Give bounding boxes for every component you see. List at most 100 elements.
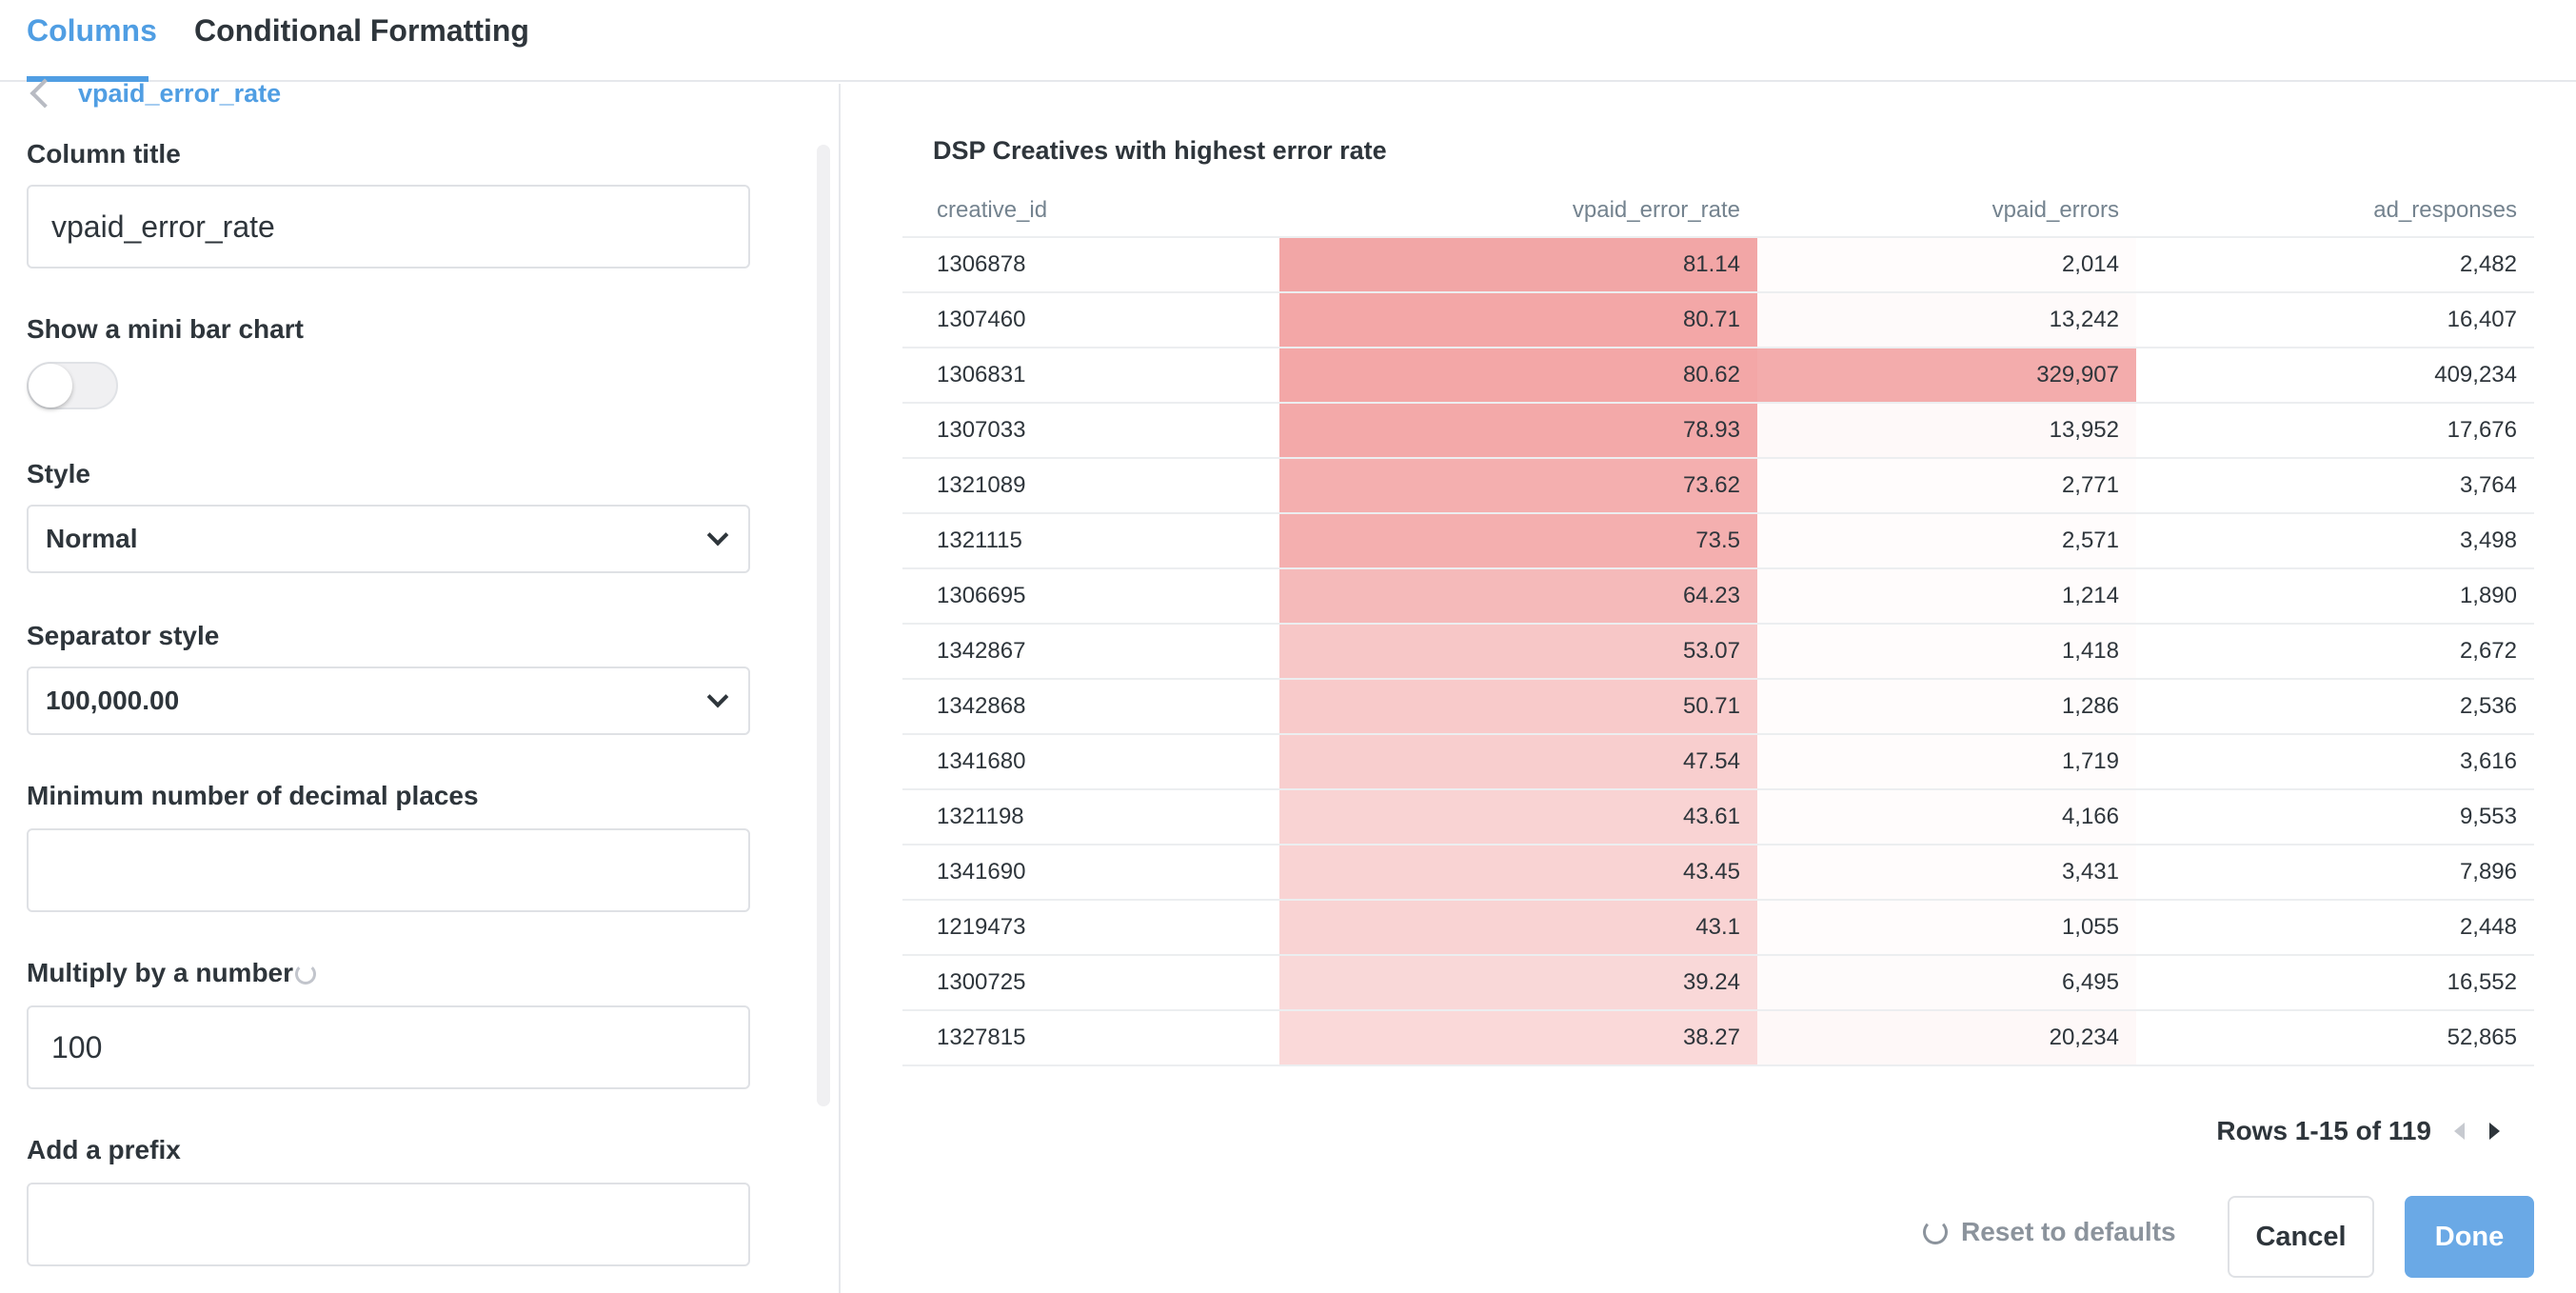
cell-vpaid-errors: 1,286 (1757, 680, 2136, 733)
cell-vpaid-error-rate: 73.5 (1279, 514, 1757, 567)
cell-vpaid-error-rate: 38.27 (1279, 1011, 1757, 1064)
table-row[interactable]: 1300725 39.24 6,495 16,552 (902, 956, 2534, 1011)
table-row[interactable]: 1321198 43.61 4,166 9,553 (902, 790, 2534, 845)
multiply-label: Multiply by a number (27, 958, 294, 987)
table-row[interactable]: 1341690 43.45 3,431 7,896 (902, 845, 2534, 901)
panel-divider (839, 84, 841, 1293)
header-ad-responses[interactable]: ad_responses (2136, 196, 2534, 225)
table-row[interactable]: 1306831 80.62 329,907 409,234 (902, 348, 2534, 404)
table-header: creative_id vpaid_error_rate vpaid_errors a… (902, 183, 2534, 238)
multiply-field[interactable] (27, 1005, 750, 1089)
cell-vpaid-errors: 2,014 (1757, 238, 2136, 291)
cell-ad-responses: 16,552 (2447, 969, 2517, 995)
settings-scrollbar[interactable] (817, 145, 830, 1106)
multiply-input[interactable] (29, 1007, 748, 1087)
cell-vpaid-errors: 1,214 (1757, 569, 2136, 623)
cell-creative-id: 1306878 (937, 251, 1026, 277)
cancel-button[interactable]: Cancel (2228, 1196, 2374, 1278)
table-row[interactable]: 1321089 73.62 2,771 3,764 (902, 459, 2534, 514)
cell-ad-responses: 2,672 (2459, 638, 2517, 664)
header-vpaid-error-rate[interactable]: vpaid_error_rate (1279, 196, 1757, 225)
prefix-input[interactable] (29, 1184, 748, 1264)
table-row[interactable]: 1327815 38.27 20,234 52,865 (902, 1011, 2534, 1066)
cell-vpaid-errors: 13,242 (1757, 293, 2136, 347)
prev-page-icon[interactable] (2454, 1123, 2465, 1140)
cell-ad-responses: 9,553 (2459, 804, 2517, 829)
column-settings-panel: vpaid_error_rate Column title Show a min… (0, 78, 838, 1293)
table-row[interactable]: 1306695 64.23 1,214 1,890 (902, 569, 2534, 625)
cell-vpaid-error-rate: 78.93 (1279, 404, 1757, 457)
preview-title: DSP Creatives with highest error rate (933, 136, 1387, 165)
decimal-places-field[interactable] (27, 828, 750, 912)
cell-creative-id: 1321198 (937, 804, 1024, 829)
reset-to-defaults-label: Reset to defaults (1961, 1217, 2176, 1246)
cell-vpaid-errors: 2,771 (1757, 459, 2136, 512)
cell-vpaid-errors: 1,719 (1757, 735, 2136, 788)
cell-vpaid-errors: 2,571 (1757, 514, 2136, 567)
cell-ad-responses: 52,865 (2447, 1024, 2517, 1050)
cell-creative-id: 1307033 (937, 417, 1026, 443)
cell-vpaid-errors: 3,431 (1757, 845, 2136, 899)
table-row[interactable]: 1341680 47.54 1,719 3,616 (902, 735, 2534, 790)
table-row[interactable]: 1307460 80.71 13,242 16,407 (902, 293, 2534, 348)
table-row[interactable]: 1306878 81.14 2,014 2,482 (902, 238, 2534, 293)
cell-creative-id: 1342867 (937, 638, 1026, 664)
refresh-icon (1923, 1220, 1948, 1244)
chevron-down-icon (706, 686, 729, 708)
prefix-label: Add a prefix (27, 1135, 181, 1164)
chevron-left-icon (30, 78, 60, 109)
style-select[interactable]: Normal (27, 505, 750, 573)
done-button[interactable]: Done (2405, 1196, 2534, 1278)
column-title-field[interactable] (27, 185, 750, 269)
cell-vpaid-errors: 1,055 (1757, 901, 2136, 954)
table-body: 1306878 81.14 2,014 2,482 1307460 80.71 13,242… (902, 238, 2534, 1066)
separator-style-select[interactable]: 100,000.00 (27, 666, 750, 735)
pagination-label: Rows 1-15 of 119 (2216, 1116, 2431, 1145)
cell-ad-responses: 3,616 (2459, 748, 2517, 774)
tab-bar: Columns Conditional Formatting (0, 0, 2576, 82)
prefix-field[interactable] (27, 1183, 750, 1266)
cell-ad-responses: 16,407 (2447, 307, 2517, 332)
next-page-icon[interactable] (2489, 1123, 2500, 1140)
cell-creative-id: 1341680 (937, 748, 1026, 774)
tab-columns[interactable]: Columns (27, 11, 157, 50)
cell-vpaid-error-rate: 43.45 (1279, 845, 1757, 899)
cell-ad-responses: 2,536 (2459, 693, 2517, 719)
cell-creative-id: 1321115 (937, 527, 1022, 553)
table-row[interactable]: 1219473 43.1 1,055 2,448 (902, 901, 2534, 956)
table-row[interactable]: 1307033 78.93 13,952 17,676 (902, 404, 2534, 459)
cell-vpaid-error-rate: 47.54 (1279, 735, 1757, 788)
decimal-places-label: Minimum number of decimal places (27, 781, 479, 810)
cell-ad-responses: 3,498 (2459, 527, 2517, 553)
decimal-places-input[interactable] (29, 830, 748, 910)
column-title-label: Column title (27, 139, 181, 169)
back-link[interactable]: vpaid_error_rate (27, 74, 281, 112)
table-row[interactable]: 1342868 50.71 1,286 2,536 (902, 680, 2534, 735)
cell-creative-id: 1327815 (937, 1024, 1026, 1050)
cell-ad-responses: 3,764 (2459, 472, 2517, 498)
refresh-icon[interactable] (295, 964, 316, 985)
cell-vpaid-error-rate: 81.14 (1279, 238, 1757, 291)
column-title-input[interactable] (29, 187, 748, 267)
cell-vpaid-error-rate: 73.62 (1279, 459, 1757, 512)
cell-vpaid-errors: 6,495 (1757, 956, 2136, 1009)
mini-bar-toggle[interactable] (27, 362, 118, 409)
cell-ad-responses: 2,448 (2459, 914, 2517, 940)
tab-conditional-formatting[interactable]: Conditional Formatting (194, 11, 529, 50)
cell-vpaid-error-rate: 80.71 (1279, 293, 1757, 347)
style-select-value: Normal (46, 524, 138, 553)
cell-creative-id: 1341690 (937, 859, 1026, 885)
cell-ad-responses: 7,896 (2459, 859, 2517, 885)
cell-vpaid-error-rate: 80.62 (1279, 348, 1757, 402)
mini-bar-label: Show a mini bar chart (27, 314, 304, 344)
header-creative-id[interactable]: creative_id (937, 196, 1047, 225)
table-row[interactable]: 1342867 53.07 1,418 2,672 (902, 625, 2534, 680)
cell-vpaid-error-rate: 43.61 (1279, 790, 1757, 844)
table-row[interactable]: 1321115 73.5 2,571 3,498 (902, 514, 2534, 569)
header-vpaid-errors[interactable]: vpaid_errors (1757, 196, 2136, 225)
cell-ad-responses: 1,890 (2459, 583, 2517, 608)
pagination: Rows 1-15 of 119 (2216, 1116, 2500, 1146)
cell-vpaid-error-rate: 64.23 (1279, 569, 1757, 623)
reset-to-defaults-button[interactable]: Reset to defaults (1923, 1217, 2176, 1247)
cell-creative-id: 1219473 (937, 914, 1026, 940)
